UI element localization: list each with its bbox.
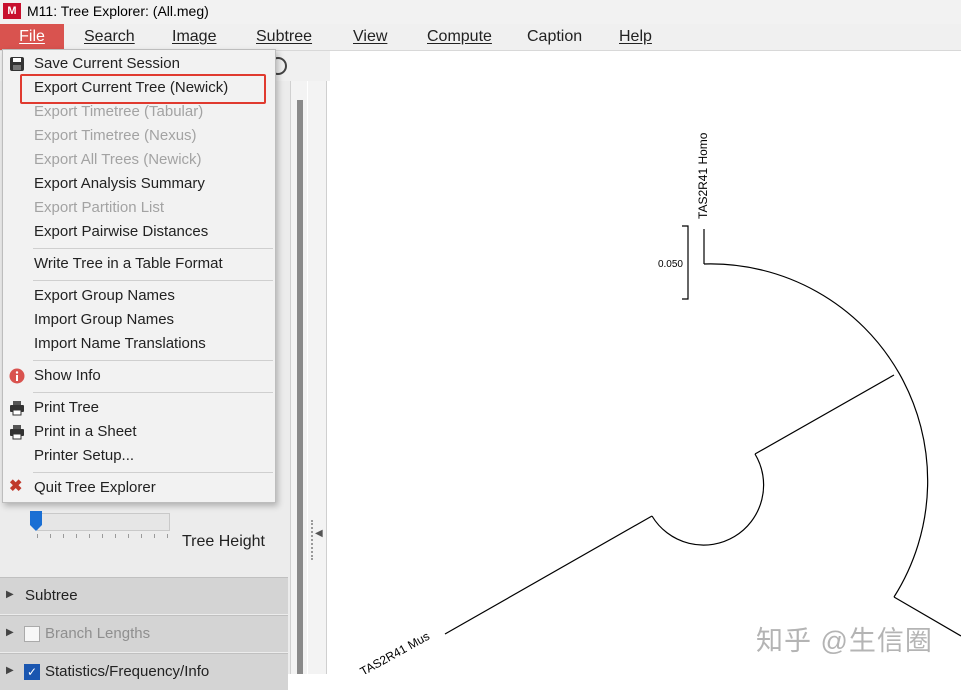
scrollbar-thumb[interactable] [297, 100, 303, 674]
close-icon: ✖ [9, 478, 23, 495]
menu-item-export-partition-list[interactable]: Export Partition List [3, 196, 275, 220]
menu-separator [33, 360, 273, 361]
menu-item-label: Export Timetree (Nexus) [34, 127, 197, 144]
slider-ticks [37, 534, 168, 538]
menu-item-label: Export Pairwise Distances [34, 223, 209, 240]
menu-item-quit[interactable]: ✖ Quit Tree Explorer [3, 476, 275, 500]
branch-lengths-checkbox[interactable] [24, 626, 40, 642]
tree-height-label: Tree Height [182, 533, 265, 550]
scale-label: 0.050 [658, 259, 683, 270]
menu-item-label: Export Timetree (Tabular) [34, 103, 204, 120]
printer-icon [10, 401, 24, 416]
menu-compute[interactable]: Compute [427, 24, 492, 50]
menu-item-export-all-trees[interactable]: Export All Trees (Newick) [3, 148, 275, 172]
menu-item-label: Print Tree [34, 399, 100, 416]
statistics-checkbox[interactable]: ✓ [24, 664, 40, 680]
menu-item-label: Export Analysis Summary [34, 175, 205, 192]
taxon-label-homo: TAS2R41 Homo [696, 132, 710, 219]
menu-item-label: Quit Tree Explorer [34, 479, 156, 496]
menu-item-printer-setup[interactable]: Printer Setup... [3, 444, 275, 468]
section-subtree[interactable]: ▶ Subtree [0, 577, 288, 614]
menu-item-export-timetree-nexus[interactable]: Export Timetree (Nexus) [3, 124, 275, 148]
menu-item-label: Write Tree in a Table Format [34, 255, 223, 272]
menu-search[interactable]: Search [84, 24, 135, 50]
internal-branch [754, 374, 895, 455]
menu-item-label: Print in a Sheet [34, 423, 137, 440]
menu-help[interactable]: Help [619, 24, 652, 50]
panel-splitter[interactable] [308, 81, 327, 674]
menu-item-label: Import Name Translations [34, 335, 206, 352]
menu-item-export-pairwise-distances[interactable]: Export Pairwise Distances [3, 220, 275, 244]
printer-icon [10, 425, 24, 440]
menu-separator [33, 248, 273, 249]
menu-item-save-session[interactable]: Save Current Session [3, 52, 275, 76]
collapse-arrow-icon[interactable]: ◀ [315, 528, 323, 539]
menu-item-label: Printer Setup... [34, 447, 135, 464]
menu-item-label: Show Info [34, 367, 101, 384]
branch-mus [444, 515, 653, 635]
taxon-label-mus: TAS2R41 Mus [358, 629, 432, 674]
section-subtree-label: Subtree [25, 587, 78, 604]
menu-item-print-tree[interactable]: Print Tree [3, 396, 275, 420]
menu-bar: File Search Image Subtree View Compute C… [0, 24, 961, 51]
expand-arrow-icon: ▶ [6, 589, 14, 600]
watermark: 知乎 @生信圈 [756, 626, 933, 656]
highlight-annotation-box [20, 74, 266, 104]
file-menu-dropdown: Save Current Session Export Current Tree… [2, 49, 276, 503]
menu-item-show-info[interactable]: Show Info [3, 364, 275, 388]
menu-subtree[interactable]: Subtree [256, 24, 312, 50]
inner-arc [651, 453, 765, 546]
section-statistics-label: Statistics/Frequency/Info [45, 663, 210, 680]
menu-item-label: Export All Trees (Newick) [34, 151, 202, 168]
menu-item-label: Export Group Names [34, 287, 175, 304]
menu-item-export-analysis-summary[interactable]: Export Analysis Summary [3, 172, 275, 196]
tree-drawing: 0.050 TAS2R41 Homo TAS2R41 Mus [358, 132, 961, 674]
menu-item-label: Import Group Names [34, 311, 175, 328]
app-logo: M [3, 3, 21, 19]
menu-item-import-name-translations[interactable]: Import Name Translations [3, 332, 275, 356]
menu-item-export-group-names[interactable]: Export Group Names [3, 284, 275, 308]
root-arc [703, 263, 929, 598]
menu-item-label: Export Partition List [34, 199, 165, 216]
section-statistics[interactable]: ▶ ✓ Statistics/Frequency/Info [0, 653, 288, 690]
section-branch-lengths-label: Branch Lengths [45, 625, 151, 642]
menu-item-import-group-names[interactable]: Import Group Names [3, 308, 275, 332]
menu-file[interactable]: File [0, 24, 64, 50]
menu-item-print-sheet[interactable]: Print in a Sheet [3, 420, 275, 444]
menu-view[interactable]: View [353, 24, 387, 50]
info-icon [9, 368, 25, 384]
menu-image[interactable]: Image [172, 24, 216, 50]
splitter-grip[interactable] [311, 520, 315, 560]
menu-separator [33, 392, 273, 393]
window-title: M11: Tree Explorer: (All.meg) [27, 3, 209, 19]
menu-separator [33, 472, 273, 473]
tree-height-slider[interactable] [37, 513, 170, 531]
expand-arrow-icon: ▶ [6, 665, 14, 676]
title-bar: M M11: Tree Explorer: (All.meg) [0, 0, 961, 24]
expand-arrow-icon: ▶ [6, 627, 14, 638]
menu-caption[interactable]: Caption [527, 24, 582, 50]
section-branch-lengths[interactable]: ▶ Branch Lengths [0, 615, 288, 652]
save-icon [10, 57, 24, 71]
menu-item-label: Save Current Session [34, 55, 180, 72]
tree-canvas[interactable]: 0.050 TAS2R41 Homo TAS2R41 Mus 知乎 @生信圈 [327, 81, 961, 674]
menu-separator [33, 280, 273, 281]
menu-item-write-table[interactable]: Write Tree in a Table Format [3, 252, 275, 276]
